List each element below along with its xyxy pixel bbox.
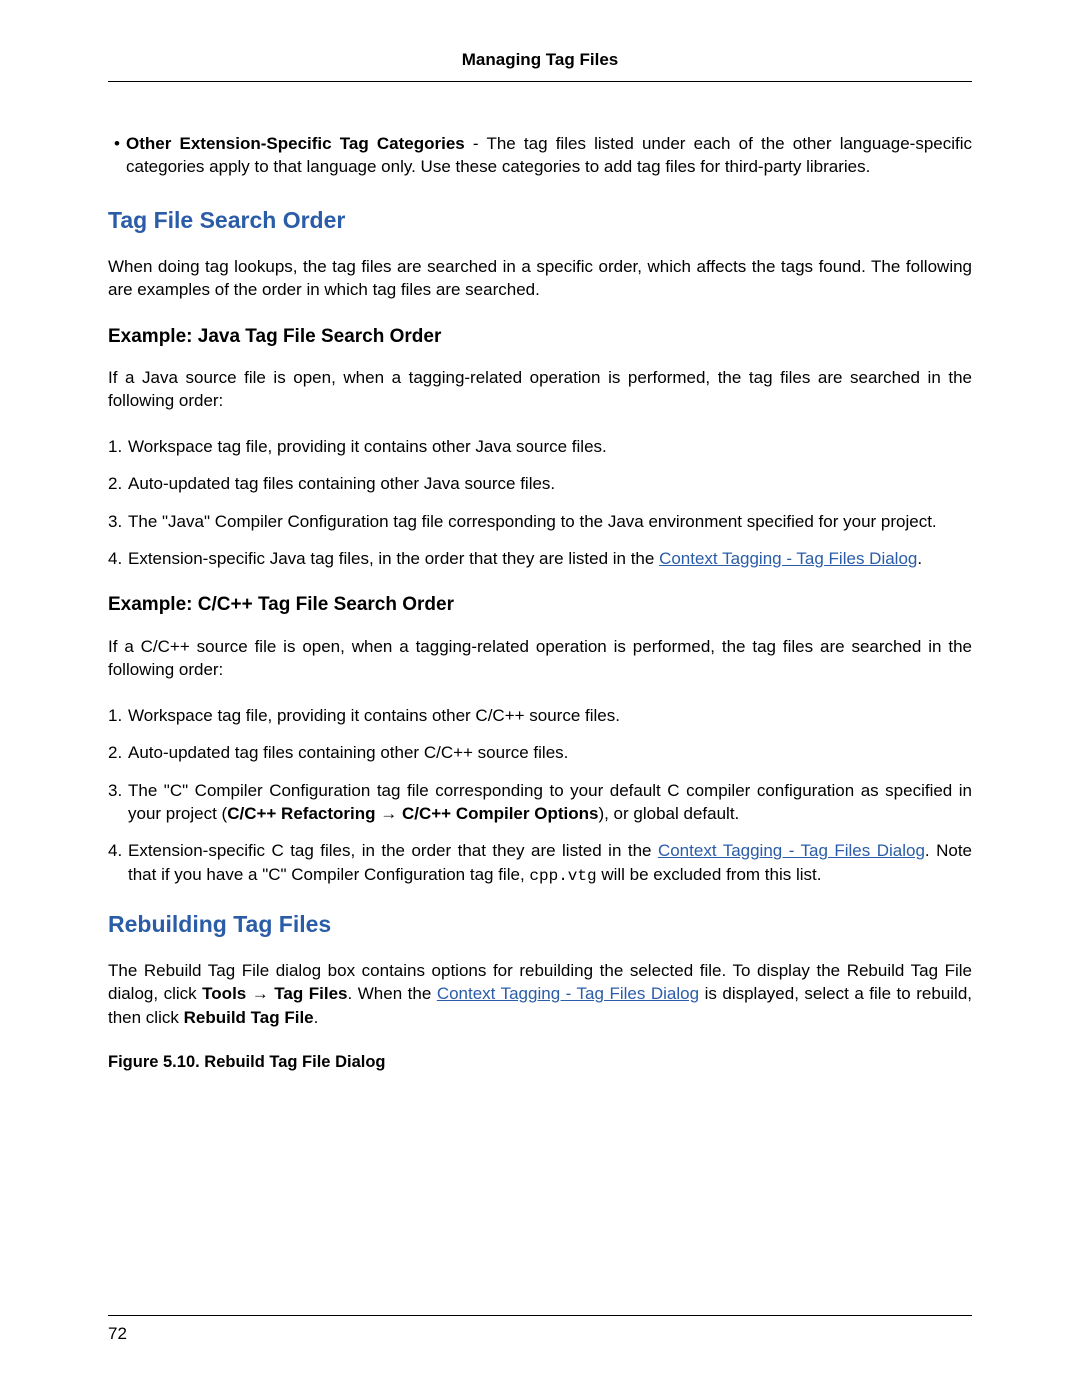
- list-number: 1.: [108, 435, 126, 458]
- list-number: 2.: [108, 472, 126, 495]
- context-tagging-link[interactable]: Context Tagging - Tag Files Dialog: [659, 549, 917, 568]
- list-number: 3.: [108, 510, 126, 533]
- list-text: The "Java" Compiler Configuration tag fi…: [128, 512, 937, 531]
- list-item: 3. The "C" Compiler Configuration tag fi…: [128, 779, 972, 826]
- header-title: Managing Tag Files: [108, 48, 972, 71]
- list-number: 3.: [108, 779, 126, 802]
- section-rebuilding-tag-files-heading: Rebuilding Tag Files: [108, 909, 972, 941]
- bold-text: Tools: [202, 984, 246, 1003]
- list-item: 2. Auto-updated tag files containing oth…: [128, 472, 972, 495]
- list-text-pre: Extension-specific Java tag files, in th…: [128, 549, 659, 568]
- section-tag-file-search-order-heading: Tag File Search Order: [108, 205, 972, 237]
- example-cpp-intro: If a C/C++ source file is open, when a t…: [108, 635, 972, 682]
- example-java-intro: If a Java source file is open, when a ta…: [108, 366, 972, 413]
- bold-text: C/C++ Refactoring: [227, 804, 375, 823]
- list-text: Auto-updated tag files containing other …: [128, 743, 568, 762]
- list-text-post: ), or global default.: [598, 804, 739, 823]
- code-text: cpp.vtg: [529, 867, 596, 885]
- arrow-icon: →: [246, 984, 274, 1003]
- list-item: 4. Extension-specific C tag files, in th…: [128, 839, 972, 887]
- list-number: 1.: [108, 704, 126, 727]
- bullet-label: Other Extension-Specific Tag Categories: [126, 134, 465, 153]
- bullet-marker-icon: •: [108, 132, 126, 179]
- example-java-heading: Example: Java Tag File Search Order: [108, 324, 972, 350]
- bold-text: Tag Files: [274, 984, 347, 1003]
- context-tagging-link[interactable]: Context Tagging - Tag Files Dialog: [658, 841, 925, 860]
- page: Managing Tag Files • Other Extension-Spe…: [0, 0, 1080, 1397]
- list-item: 3. The "Java" Compiler Configuration tag…: [128, 510, 972, 533]
- bullet-body: Other Extension-Specific Tag Categories …: [126, 132, 972, 179]
- list-text: Workspace tag file, providing it contain…: [128, 437, 607, 456]
- bold-text: C/C++ Compiler Options: [402, 804, 598, 823]
- list-text: Auto-updated tag files containing other …: [128, 474, 555, 493]
- java-order-list: 1. Workspace tag file, providing it cont…: [108, 435, 972, 571]
- page-number: 72: [108, 1324, 127, 1343]
- list-number: 4.: [108, 839, 126, 862]
- example-cpp-heading: Example: C/C++ Tag File Search Order: [108, 592, 972, 618]
- footer-rule: 72: [108, 1315, 972, 1345]
- list-item: 4. Extension-specific Java tag files, in…: [128, 547, 972, 570]
- list-text-post: .: [917, 549, 922, 568]
- context-tagging-link[interactable]: Context Tagging - Tag Files Dialog: [437, 984, 699, 1003]
- para-post: .: [314, 1008, 319, 1027]
- figure-caption: Figure 5.10. Rebuild Tag File Dialog: [108, 1051, 972, 1074]
- list-item: 1. Workspace tag file, providing it cont…: [128, 704, 972, 727]
- list-text-pre: Extension-specific C tag files, in the o…: [128, 841, 658, 860]
- list-number: 4.: [108, 547, 126, 570]
- page-footer: 72: [108, 1315, 972, 1345]
- list-number: 2.: [108, 741, 126, 764]
- header-rule: [108, 81, 972, 82]
- cpp-order-list: 1. Workspace tag file, providing it cont…: [108, 704, 972, 887]
- para-mid: . When the: [348, 984, 437, 1003]
- rebuilding-paragraph: The Rebuild Tag File dialog box contains…: [108, 959, 972, 1029]
- bold-text: Rebuild Tag File: [184, 1008, 314, 1027]
- section1-intro: When doing tag lookups, the tag files ar…: [108, 255, 972, 302]
- list-item: 1. Workspace tag file, providing it cont…: [128, 435, 972, 458]
- arrow-icon: →: [376, 804, 402, 823]
- list-text: Workspace tag file, providing it contain…: [128, 706, 620, 725]
- page-header: Managing Tag Files: [108, 48, 972, 74]
- list-item: 2. Auto-updated tag files containing oth…: [128, 741, 972, 764]
- bullet-other-extensions: • Other Extension-Specific Tag Categorie…: [108, 132, 972, 179]
- list-text-post: will be excluded from this list.: [597, 865, 822, 884]
